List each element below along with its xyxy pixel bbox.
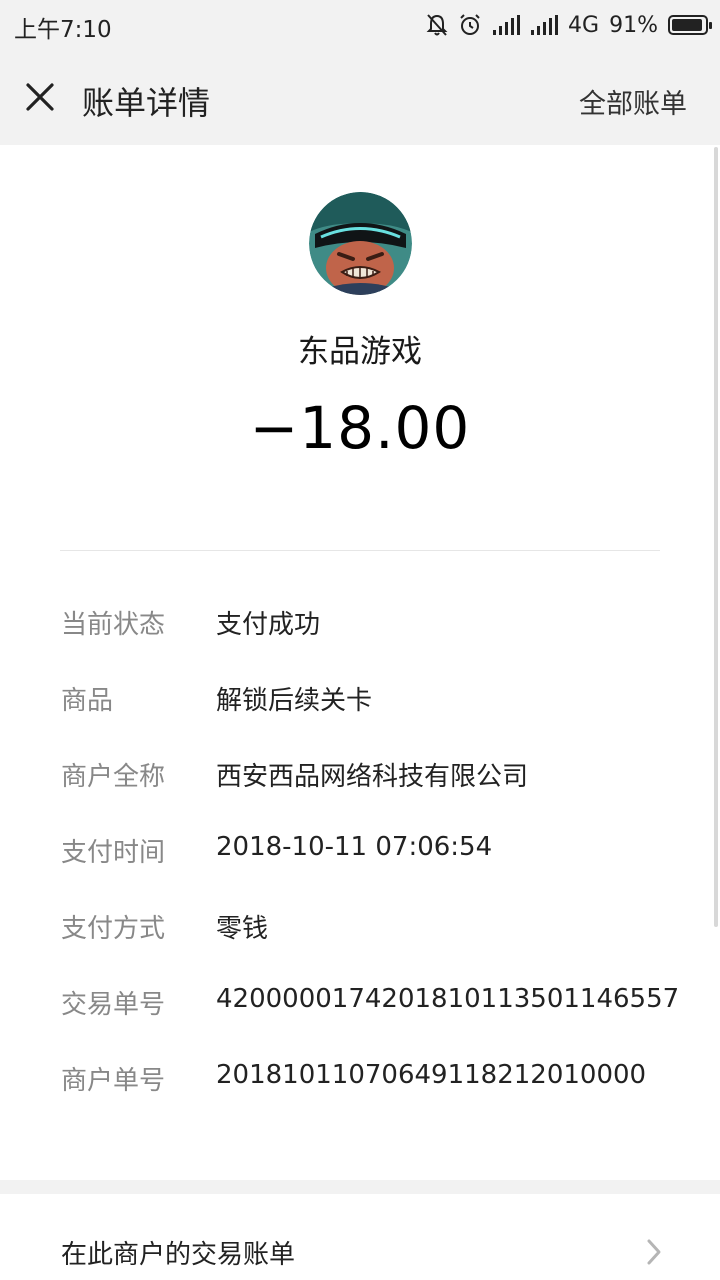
signal-icon <box>531 15 559 35</box>
detail-row-pay-time: 支付时间 2018-10-11 07:06:54 <box>0 814 720 890</box>
status-time: 上午7:10 <box>14 17 112 43</box>
detail-label: 交易单号 <box>61 990 166 1020</box>
merchant-bills-link[interactable]: 在此商户的交易账单 <box>0 1194 720 1280</box>
mute-bell-icon <box>426 14 448 36</box>
detail-row-merchant-fullname: 商户全称 西安西品网络科技有限公司 <box>0 738 720 814</box>
detail-row-status: 当前状态 支付成功 <box>0 586 720 662</box>
signal-icon <box>493 15 521 35</box>
detail-value: 支付成功 <box>216 610 321 640</box>
merchant-avatar <box>309 192 412 295</box>
detail-value: 4200000174201810113501146557 <box>216 984 680 1014</box>
amount: −18.00 <box>249 394 471 462</box>
section-separator <box>0 1180 720 1194</box>
alarm-icon <box>460 14 480 35</box>
merchant-bills-label: 在此商户的交易账单 <box>61 1240 296 1270</box>
detail-label: 商户单号 <box>61 1066 166 1096</box>
battery-percent: 91% <box>609 12 658 38</box>
detail-row-pay-method: 支付方式 零钱 <box>0 890 720 966</box>
merchant-name: 东品游戏 <box>298 334 422 370</box>
detail-value: 解锁后续关卡 <box>216 686 373 716</box>
network-type: 4G <box>568 12 600 38</box>
detail-row-merchant-order-id: 商户单号 20181011070649118212010000 <box>0 1042 720 1118</box>
detail-label: 商户全称 <box>61 762 166 792</box>
chevron-right-icon <box>647 1239 661 1265</box>
close-icon[interactable] <box>20 77 60 117</box>
nav-bar: 账单详情 全部账单 <box>0 50 720 145</box>
detail-row-transaction-id: 交易单号 4200000174201810113501146557 <box>0 966 720 1042</box>
detail-value: 20181011070649118212010000 <box>216 1060 647 1090</box>
status-bar: 上午7:10 4G 91% <box>0 0 720 50</box>
detail-label: 商品 <box>61 686 114 716</box>
all-bills-link[interactable]: 全部账单 <box>579 82 687 121</box>
detail-label: 支付方式 <box>61 914 166 944</box>
detail-label: 支付时间 <box>61 838 166 868</box>
detail-label: 当前状态 <box>61 610 166 640</box>
status-icons: 4G 91% <box>426 8 712 42</box>
detail-row-product: 商品 解锁后续关卡 <box>0 662 720 738</box>
battery-icon <box>668 15 712 35</box>
detail-value: 西安西品网络科技有限公司 <box>216 762 529 792</box>
detail-value: 零钱 <box>216 914 269 944</box>
page-title: 账单详情 <box>82 84 211 122</box>
detail-list: 当前状态 支付成功 商品 解锁后续关卡 商户全称 西安西品网络科技有限公司 支付… <box>0 586 720 1118</box>
detail-value: 2018-10-11 07:06:54 <box>216 832 493 862</box>
divider <box>60 550 660 551</box>
